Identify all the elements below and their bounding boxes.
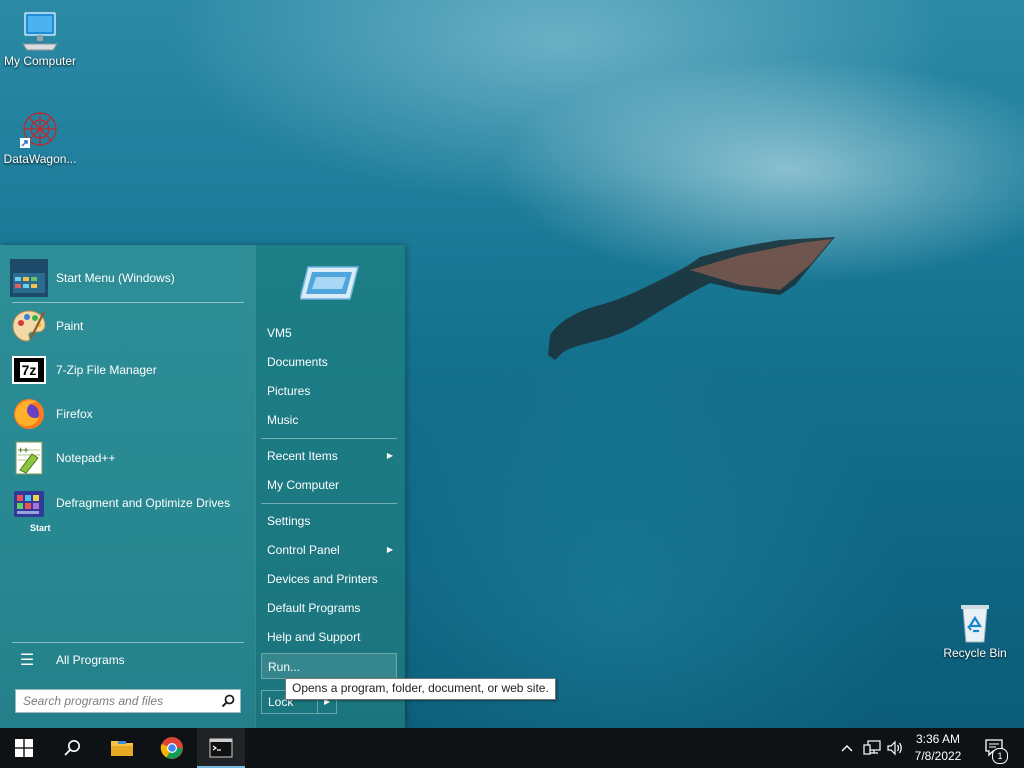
menu-item-label: Control Panel <box>267 543 340 557</box>
desktop-icon-label: DataWagon... <box>3 152 77 166</box>
menu-item-label: Recent Items <box>267 449 338 463</box>
menu-item-vm5[interactable]: VM5 <box>261 320 397 346</box>
notification-count-badge: 1 <box>992 748 1008 764</box>
right-separator <box>261 438 397 439</box>
right-separator <box>261 503 397 504</box>
menu-item-label: Pictures <box>267 384 311 398</box>
datawagon-icon <box>20 112 57 148</box>
defrag-icon <box>10 484 48 522</box>
chevron-right-icon: ▶ <box>386 545 393 554</box>
windows-logo-icon <box>15 739 33 757</box>
menu-item-label: VM5 <box>267 326 292 340</box>
user-picture-icon <box>300 266 359 300</box>
search-icon[interactable] <box>217 691 240 711</box>
clock-time: 3:36 AM <box>915 732 961 746</box>
action-center-button[interactable]: 1 <box>978 728 1012 768</box>
chevron-right-icon: ▶ <box>386 451 393 460</box>
menu-item-label: Default Programs <box>267 601 361 615</box>
menu-item-music[interactable]: Music <box>261 407 397 433</box>
taskbar-chrome[interactable] <box>148 728 196 768</box>
menu-item-recent-items[interactable]: Recent Items ▶ <box>261 443 397 469</box>
run-tooltip: Opens a program, folder, document, or we… <box>285 678 556 700</box>
menu-item-settings[interactable]: Settings <box>261 508 397 534</box>
7zip-icon-text: 7z <box>19 362 39 378</box>
menu-item-label: Documents <box>267 355 328 369</box>
program-label: 7-Zip File Manager <box>56 362 157 377</box>
desktop-icon-label: Recycle Bin <box>943 646 1007 660</box>
speaker-icon <box>887 740 902 756</box>
firefox-icon <box>10 395 48 433</box>
desktop-icon-my-computer[interactable]: My Computer <box>0 10 80 68</box>
program-item-paint[interactable]: Paint <box>10 305 246 347</box>
taskbar: 3:36 AM 7/8/2022 1 <box>0 728 1024 768</box>
menu-item-label: My Computer <box>267 478 340 492</box>
menu-item-run[interactable]: Run... <box>261 653 397 679</box>
recycle-bin-icon <box>961 605 989 643</box>
program-label: Paint <box>56 318 84 333</box>
menu-item-label: Run... <box>268 660 301 674</box>
program-item-firefox[interactable]: Firefox <box>10 393 246 435</box>
clock-date: 7/8/2022 <box>914 749 962 763</box>
left-separator <box>12 302 244 303</box>
menu-item-documents[interactable]: Documents <box>261 349 397 375</box>
start-menu-left-pane: Start Start Menu (Windows) Paint 7z 7-Zi… <box>0 245 254 728</box>
start-menu: Start Start Menu (Windows) Paint 7z 7-Zi… <box>0 245 405 728</box>
desktop-icon-label: My Computer <box>3 54 77 68</box>
desktop-icon-datawagon[interactable]: DataWagon... <box>0 108 80 166</box>
terminal-icon <box>209 738 233 758</box>
taskbar-file-explorer[interactable] <box>98 728 146 768</box>
taskbar-command-prompt[interactable] <box>197 728 245 768</box>
menu-item-control-panel[interactable]: Control Panel ▶ <box>261 537 397 563</box>
menu-item-label: Settings <box>267 514 311 528</box>
desktop-icon-recycle-bin[interactable]: Recycle Bin <box>935 602 1015 660</box>
program-label: Firefox <box>56 406 93 421</box>
search-icon <box>64 740 80 756</box>
menu-item-label: Help and Support <box>267 630 361 644</box>
folder-icon <box>111 741 133 756</box>
chevron-up-icon <box>841 745 853 752</box>
program-label: Defragment and Optimize Drives <box>56 495 231 510</box>
all-programs-label: All Programs <box>56 653 125 667</box>
pinned-item-label: Start Menu (Windows) <box>56 270 175 285</box>
paint-palette-icon <box>10 307 48 345</box>
program-item-7zip[interactable]: 7z 7-Zip File Manager <box>10 349 246 391</box>
taskbar-search-button[interactable] <box>48 728 96 768</box>
pinned-item-start-menu[interactable]: Start Start Menu (Windows) <box>10 257 246 533</box>
7zip-icon: 7z <box>10 351 48 389</box>
menu-item-devices-printers[interactable]: Devices and Printers <box>261 566 397 592</box>
menu-item-label: Devices and Printers <box>267 572 378 586</box>
svg-text:++: ++ <box>18 445 29 455</box>
start-button[interactable] <box>0 728 48 768</box>
left-separator <box>12 642 244 643</box>
search-box[interactable] <box>15 689 241 713</box>
menu-item-help-support[interactable]: Help and Support <box>261 624 397 650</box>
menu-item-label: Music <box>267 413 299 427</box>
all-programs-button[interactable]: ☰ All Programs <box>14 647 244 673</box>
start-menu-app-icon: Start <box>10 259 51 533</box>
program-label: Notepad++ <box>56 450 116 465</box>
program-item-notepad-plus-plus[interactable]: ++ Notepad++ <box>10 437 246 479</box>
monitor-icon <box>22 12 58 51</box>
volume-button[interactable] <box>884 728 906 768</box>
search-input[interactable] <box>16 690 217 712</box>
start-menu-right-pane: VM5 Documents Pictures Music Recent Item… <box>255 245 405 728</box>
menu-item-default-programs[interactable]: Default Programs <box>261 595 397 621</box>
diver-silhouette <box>548 237 835 360</box>
network-button[interactable] <box>861 728 883 768</box>
show-hidden-icons-button[interactable] <box>838 728 856 768</box>
menu-item-my-computer[interactable]: My Computer <box>261 472 397 498</box>
notepad-plus-plus-icon: ++ <box>10 439 48 477</box>
taskbar-clock[interactable]: 3:36 AM 7/8/2022 <box>905 731 971 765</box>
network-icon <box>863 740 881 755</box>
chrome-icon <box>160 737 183 759</box>
program-item-defragment[interactable]: Defragment and Optimize Drives <box>10 481 246 525</box>
list-icon: ☰ <box>19 652 35 669</box>
menu-item-pictures[interactable]: Pictures <box>261 378 397 404</box>
